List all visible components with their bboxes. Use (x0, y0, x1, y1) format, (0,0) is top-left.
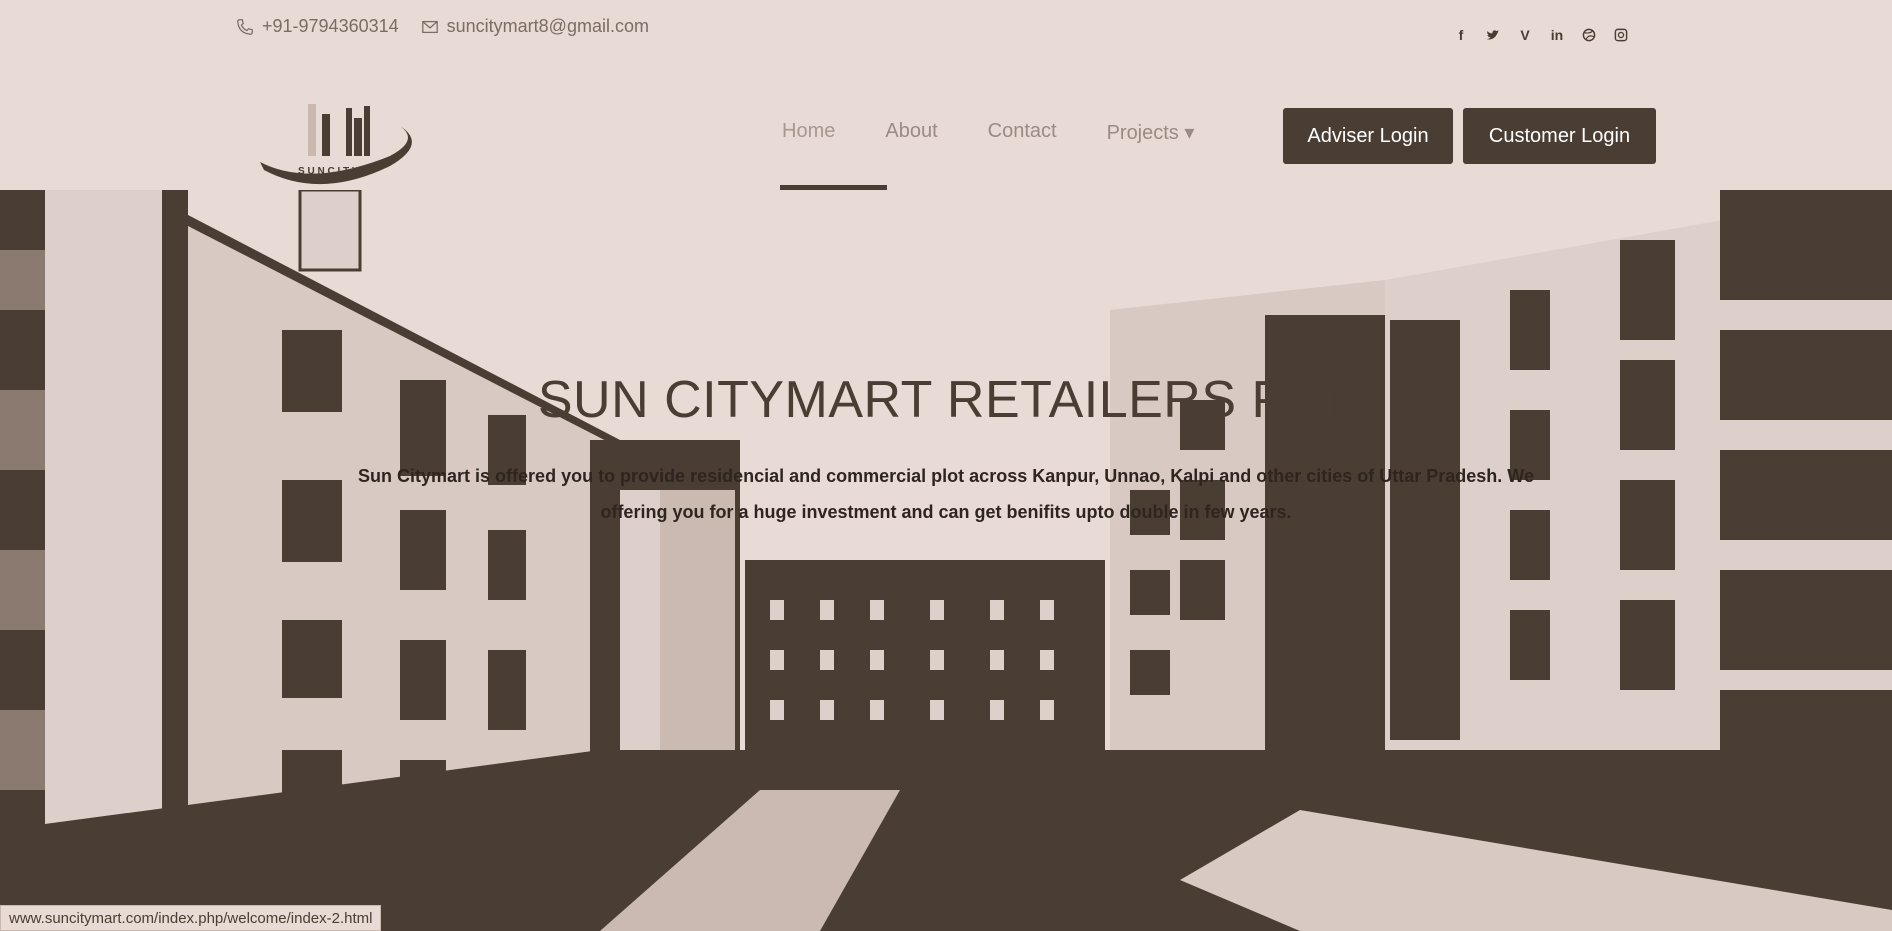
topbar: +91-9794360314 suncitymart8@gmail.com f … (0, 0, 1892, 60)
facebook-icon[interactable]: f (1452, 26, 1470, 44)
contact-info: +91-9794360314 suncitymart8@gmail.com (236, 16, 649, 37)
email-text: suncitymart8@gmail.com (446, 16, 649, 36)
linkedin-icon[interactable]: in (1548, 26, 1566, 44)
email-contact[interactable]: suncitymart8@gmail.com (421, 16, 649, 37)
nav-item-projects[interactable]: Projects ▾ (1107, 120, 1195, 145)
browser-status-url: www.suncitymart.com/index.php/welcome/in… (0, 905, 382, 931)
dribbble-icon[interactable] (1580, 26, 1598, 44)
mail-icon (421, 20, 438, 33)
phone-text: +91-9794360314 (262, 16, 399, 36)
hero-background-image (0, 190, 1892, 931)
adviser-login-button[interactable]: Adviser Login (1283, 108, 1453, 164)
phone-contact[interactable]: +91-9794360314 (236, 16, 399, 37)
nav-item-contact[interactable]: Contact (988, 120, 1057, 145)
svg-text:S U N C I T Y: S U N C I T Y (298, 166, 359, 177)
hero-title: SUN CITYMART RETAILERS PVT (537, 371, 1355, 429)
nav-menu: Home About Contact Projects ▾ (782, 120, 1194, 145)
phone-icon (237, 18, 253, 35)
nav-item-home[interactable]: Home (782, 120, 835, 145)
social-links: f V in (1452, 26, 1630, 44)
twitter-icon[interactable] (1484, 26, 1502, 44)
nav-item-about[interactable]: About (885, 120, 937, 145)
customer-login-button[interactable]: Customer Login (1463, 108, 1656, 164)
hero-banner: SUN CITYMART RETAILERS PVT Sun Citymart … (0, 190, 1892, 931)
sun-citymart-logo[interactable]: S U N C I T Y (250, 104, 440, 194)
vine-icon[interactable]: V (1516, 26, 1534, 44)
hero-subtitle: Sun Citymart is offered you to provide r… (358, 466, 1534, 522)
instagram-icon[interactable] (1612, 26, 1630, 44)
main-navbar: S U N C I T Y Home About Contact Project… (0, 90, 1892, 191)
